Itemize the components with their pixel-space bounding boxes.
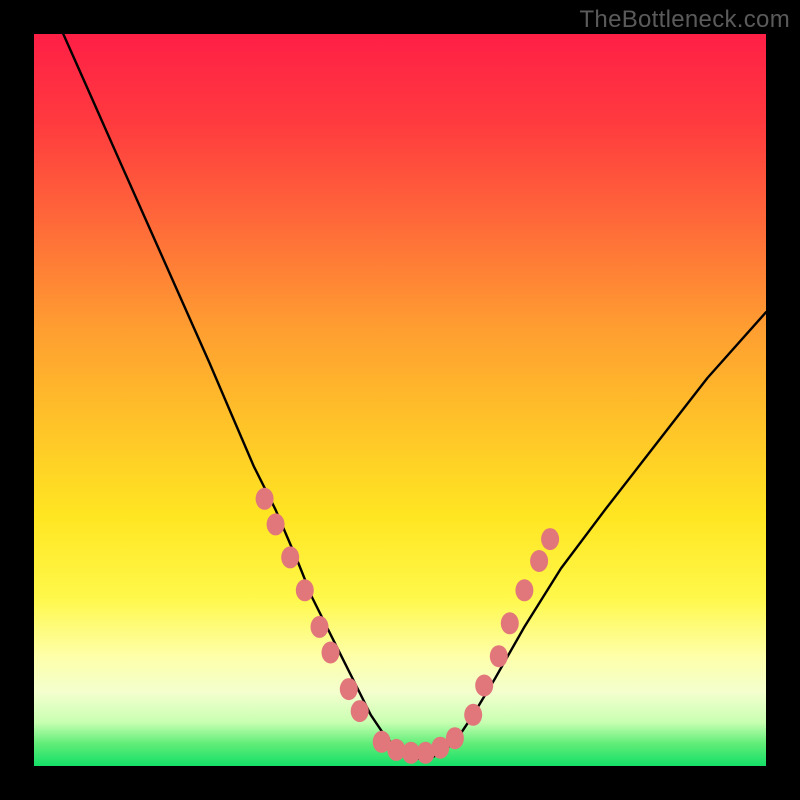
curve-marker: [281, 546, 299, 568]
curve-marker: [256, 488, 274, 510]
curve-marker: [446, 727, 464, 749]
curve-marker: [267, 513, 285, 535]
curve-marker: [530, 550, 548, 572]
chart-frame: TheBottleneck.com: [0, 0, 800, 800]
curve-marker: [475, 675, 493, 697]
curve-marker: [515, 579, 533, 601]
curve-marker: [501, 612, 519, 634]
curve-marker: [296, 579, 314, 601]
chart-plot-area: [34, 34, 766, 766]
curve-marker: [490, 645, 508, 667]
curve-marker: [464, 704, 482, 726]
curve-marker: [541, 528, 559, 550]
curve-marker: [351, 700, 369, 722]
marker-group: [256, 488, 559, 764]
curve-marker: [322, 642, 340, 664]
bottleneck-curve: [63, 34, 766, 759]
bottleneck-chart-svg: [34, 34, 766, 766]
curve-marker: [340, 678, 358, 700]
watermark-text: TheBottleneck.com: [579, 6, 790, 34]
curve-marker: [311, 616, 329, 638]
